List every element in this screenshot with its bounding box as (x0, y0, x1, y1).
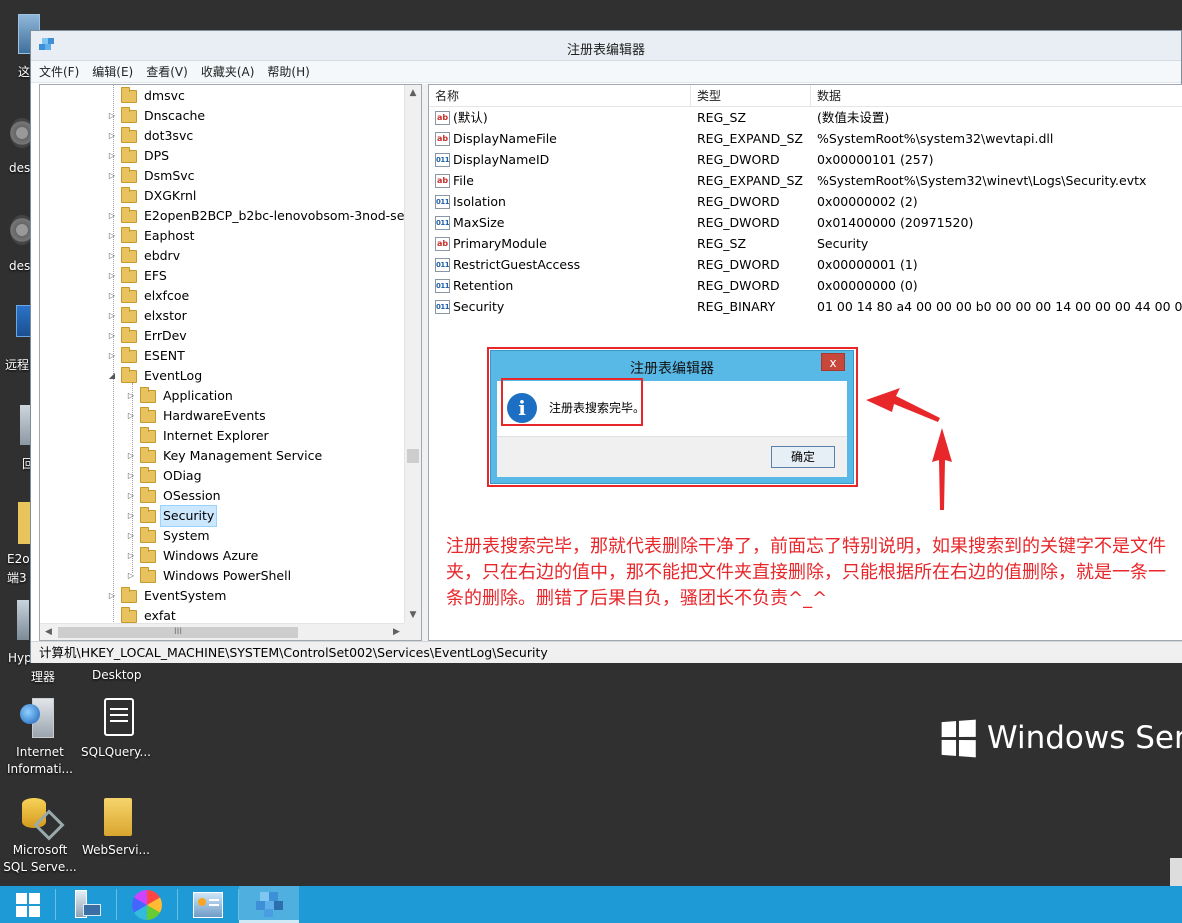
annotation-arrows (866, 388, 952, 510)
arrow-left-icon (866, 388, 940, 422)
arrow-up-icon (932, 428, 952, 510)
annotation-text: 注册表搜索完毕，那就代表删除干净了，前面忘了特别说明，如果搜索到的关键字不是文件… (446, 534, 1170, 612)
